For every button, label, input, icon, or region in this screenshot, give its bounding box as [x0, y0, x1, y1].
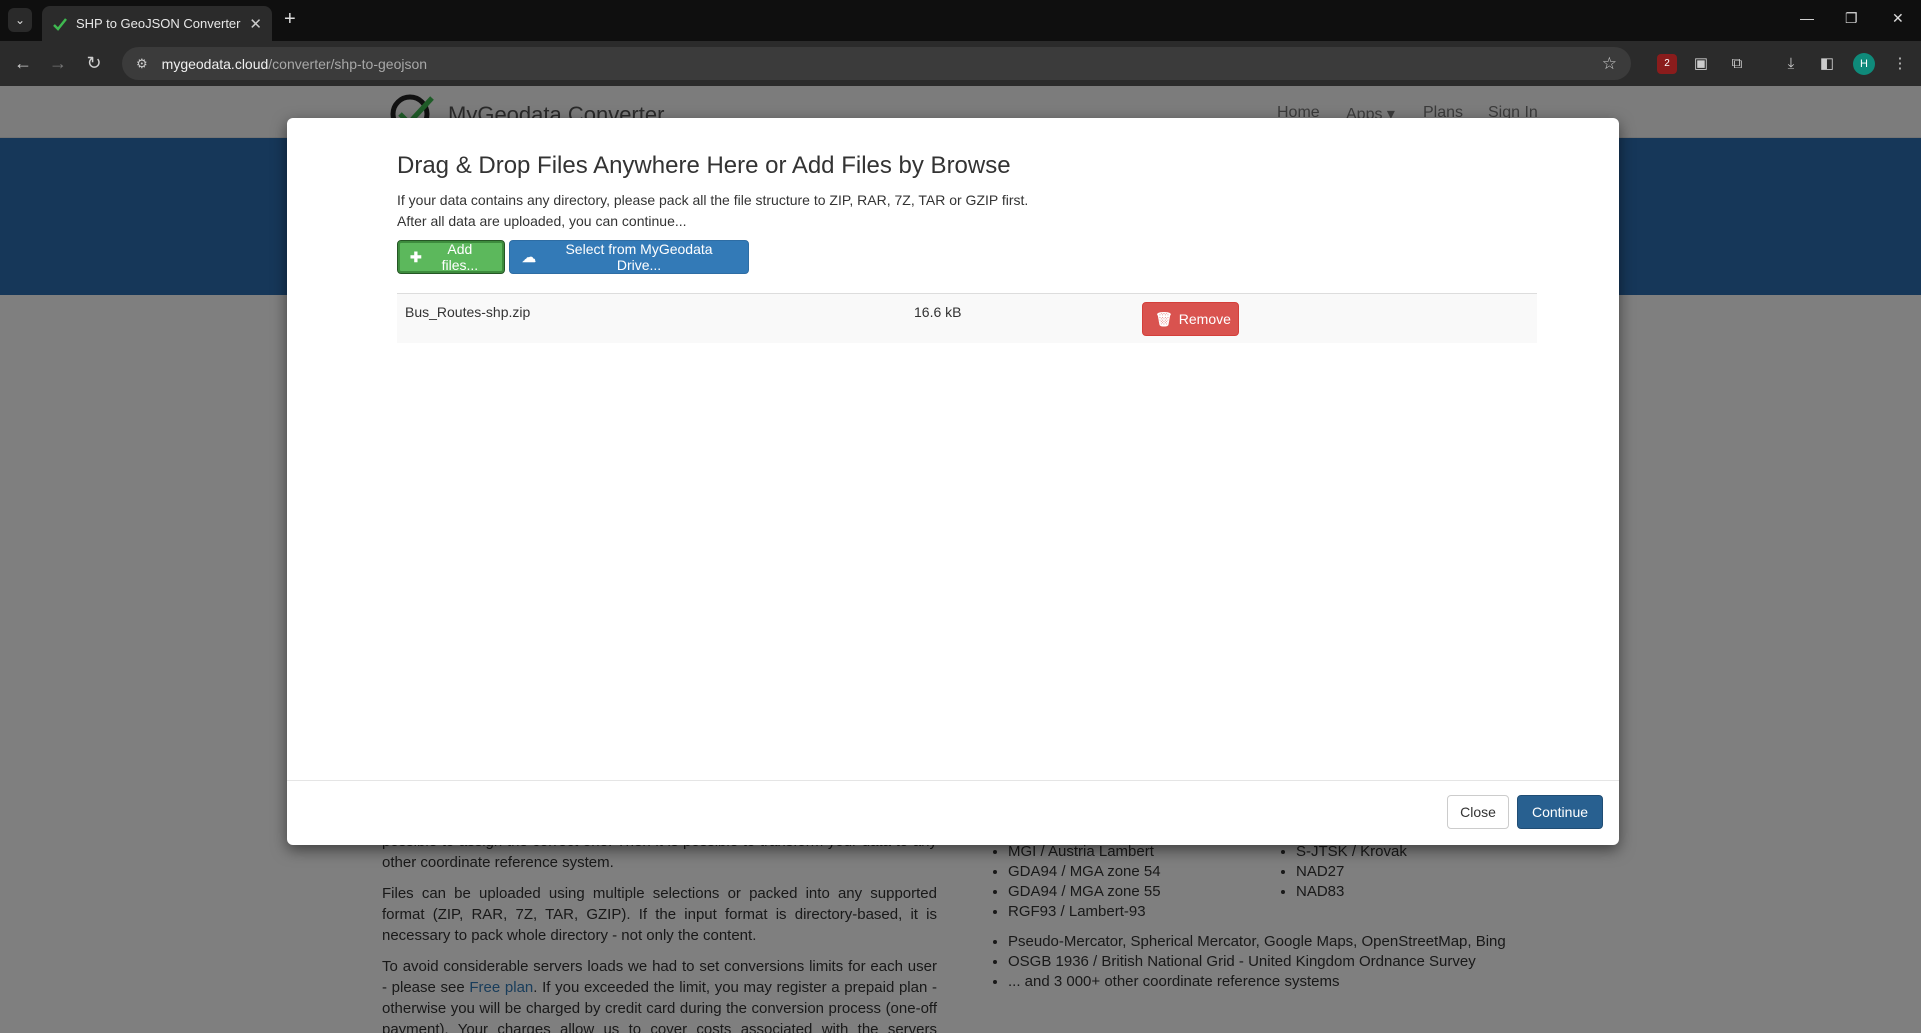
site-favicon-icon [53, 17, 67, 31]
bookmark-star-icon[interactable]: ☆ [1602, 54, 1617, 74]
tab-close-icon[interactable]: ✕ [249, 15, 262, 33]
forward-icon[interactable]: → [46, 51, 70, 75]
back-icon[interactable]: ← [11, 51, 35, 75]
browser-tab-bar: ⌄ SHP to GeoJSON Converter Onl ✕ + — ❐ ✕ [0, 0, 1921, 41]
tab-search-chevron-icon[interactable]: ⌄ [8, 8, 32, 32]
close-button[interactable]: Close [1447, 795, 1509, 829]
table-row: Bus_Routes-shp.zip 16.6 kB 🗑 Remove [397, 293, 1537, 343]
profile-avatar[interactable]: H [1853, 53, 1875, 75]
select-from-drive-label: Select from MyGeodata Drive... [565, 241, 713, 273]
modal-title: Drag & Drop Files Anywhere Here or Add F… [397, 152, 1011, 179]
reload-icon[interactable]: ↻ [82, 51, 106, 75]
download-icon[interactable]: ⤓ [1781, 54, 1801, 74]
upload-modal: Drag & Drop Files Anywhere Here or Add F… [287, 118, 1619, 845]
minimize-icon[interactable]: — [1800, 10, 1814, 26]
file-name: Bus_Routes-shp.zip [405, 304, 531, 320]
window-close-icon[interactable]: ✕ [1892, 10, 1904, 27]
instructions-line-2: After all data are uploaded, you can con… [397, 213, 687, 229]
remove-file-button[interactable]: 🗑 Remove [1142, 302, 1239, 336]
select-from-drive-button[interactable]: ☁ Select from MyGeodata Drive... [509, 240, 749, 274]
side-panel-icon[interactable]: ◧ [1817, 54, 1837, 74]
continue-button[interactable]: Continue [1517, 795, 1603, 829]
url-path: /converter/shp-to-geojson [268, 55, 428, 72]
add-files-label: Add files... [441, 241, 479, 273]
instructions-line-1: If your data contains any directory, ple… [397, 192, 1029, 208]
browser-toolbar: ← → ↻ ⚙ mygeodata.cloud/converter/shp-to… [0, 41, 1921, 86]
url-host: mygeodata.cloud [161, 55, 269, 72]
new-tab-icon[interactable]: + [284, 9, 296, 29]
address-bar[interactable]: ⚙ mygeodata.cloud/converter/shp-to-geojs… [122, 47, 1631, 80]
ublock-extension-icon[interactable]: 2 [1657, 54, 1677, 74]
file-size: 16.6 kB [914, 304, 962, 320]
modal-instructions: If your data contains any directory, ple… [397, 190, 1028, 232]
cloud-icon: ☁ [522, 248, 536, 265]
extension-icon[interactable]: ▣ [1691, 54, 1711, 74]
site-info-icon[interactable]: ⚙ [136, 56, 148, 72]
add-files-button[interactable]: ✚ Add files... [397, 240, 505, 274]
trash-icon: 🗑 [1155, 310, 1173, 327]
modal-footer [287, 780, 1619, 845]
tab-title: SHP to GeoJSON Converter Onl [76, 16, 243, 31]
restore-icon[interactable]: ❐ [1845, 10, 1858, 27]
plus-icon: ✚ [410, 248, 422, 265]
menu-kebab-icon[interactable]: ⋮ [1890, 54, 1910, 74]
remove-label: Remove [1178, 311, 1231, 327]
extension-badge: 2 [1664, 58, 1670, 69]
browser-tab[interactable]: SHP to GeoJSON Converter Onl ✕ [42, 6, 272, 41]
extensions-puzzle-icon[interactable]: ⧉ [1727, 54, 1747, 74]
